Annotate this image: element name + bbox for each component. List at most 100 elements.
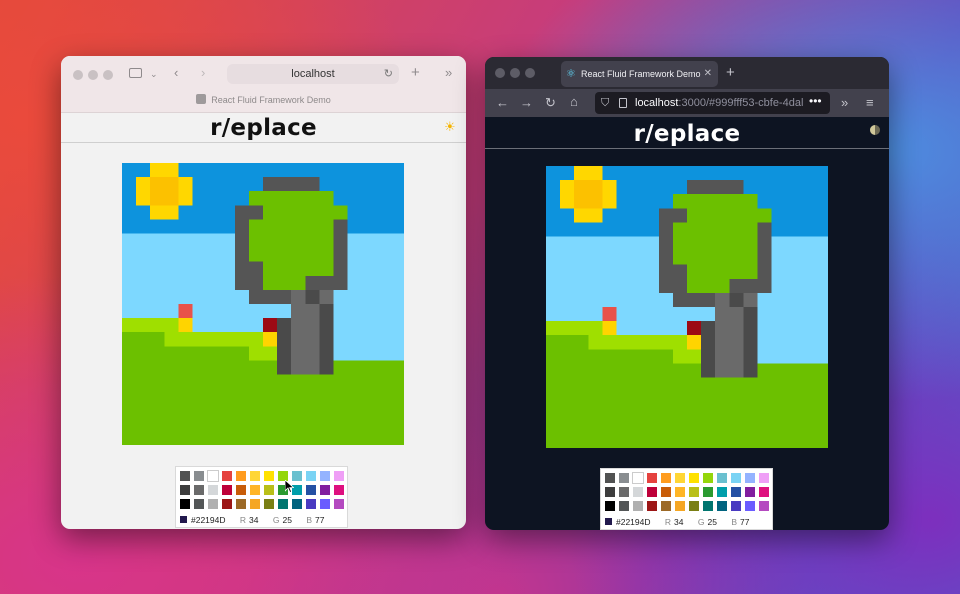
back-arrow-icon[interactable]: ← <box>496 96 509 110</box>
tree-leaves-pixel[interactable] <box>263 275 306 290</box>
reload-icon[interactable]: ↻ <box>545 96 556 110</box>
color-swatch[interactable] <box>703 473 713 483</box>
flower-yellow-pixel[interactable] <box>602 321 617 336</box>
tree-outline-pixel[interactable] <box>263 177 320 192</box>
color-swatch[interactable] <box>647 487 657 497</box>
grass-pixel[interactable] <box>333 360 405 375</box>
color-swatch[interactable] <box>194 499 204 509</box>
color-swatch[interactable] <box>647 473 657 483</box>
trunk-shade-pixel[interactable] <box>701 321 716 378</box>
color-swatch[interactable] <box>759 501 769 511</box>
close-window-button[interactable] <box>73 70 83 80</box>
grass-pixel[interactable] <box>757 363 829 378</box>
grass-pixel[interactable] <box>687 363 702 378</box>
color-swatch[interactable] <box>320 471 330 481</box>
color-swatch[interactable] <box>194 485 204 495</box>
color-swatch[interactable] <box>661 487 671 497</box>
color-swatch[interactable] <box>208 485 218 495</box>
trunk-shade-pixel[interactable] <box>319 318 334 375</box>
chevron-down-icon[interactable]: ⌄ <box>150 67 158 81</box>
color-swatch[interactable] <box>306 471 316 481</box>
color-swatch[interactable] <box>207 470 219 482</box>
grass-pixel[interactable] <box>546 377 828 449</box>
color-swatch[interactable] <box>731 487 741 497</box>
grass-pixel[interactable] <box>263 360 278 375</box>
shield-icon[interactable]: ⛉ <box>601 92 609 114</box>
color-swatch[interactable] <box>632 472 644 484</box>
tree-leaves-pixel[interactable] <box>687 208 772 223</box>
reload-icon[interactable]: ↻ <box>384 64 393 84</box>
color-swatch[interactable] <box>222 485 232 495</box>
new-tab-icon[interactable]: + <box>411 65 420 80</box>
minimize-window-button[interactable] <box>510 68 520 78</box>
close-icon[interactable]: ✕ <box>704 61 712 87</box>
color-swatch[interactable] <box>334 499 344 509</box>
color-swatch[interactable] <box>222 471 232 481</box>
trunk-shade-pixel[interactable] <box>743 307 758 322</box>
grass-light-pixel[interactable] <box>588 335 687 350</box>
flower-yellow-pixel[interactable] <box>687 335 702 350</box>
color-swatch[interactable] <box>675 487 685 497</box>
color-swatch[interactable] <box>675 501 685 511</box>
color-swatch[interactable] <box>320 485 330 495</box>
half-moon-icon[interactable] <box>870 125 880 135</box>
back-arrow-icon[interactable]: ‹ <box>174 66 178 80</box>
sun-core-pixel[interactable] <box>150 177 179 206</box>
canvas-drawing[interactable] <box>122 163 404 445</box>
tree-leaves-pixel[interactable] <box>672 194 758 209</box>
page-icon[interactable] <box>619 98 627 108</box>
address-bar[interactable]: ⛉ localhost:3000/#999fff53-cbfe-4dal <box>595 92 830 114</box>
grass-pixel[interactable] <box>122 374 404 446</box>
color-swatch[interactable] <box>745 473 755 483</box>
flower-red-pixel[interactable] <box>602 307 617 322</box>
grass-pixel[interactable] <box>546 363 687 378</box>
tree-leaves-pixel[interactable] <box>687 278 730 293</box>
grass-light-pixel[interactable] <box>122 318 165 333</box>
tree-leaves-pixel[interactable] <box>263 261 334 276</box>
color-swatch[interactable] <box>236 485 246 495</box>
flower-yellow-pixel[interactable] <box>178 318 193 333</box>
new-tab-icon[interactable]: + <box>726 65 735 80</box>
tree-leaves-pixel[interactable] <box>687 264 758 279</box>
color-swatch[interactable] <box>605 501 615 511</box>
color-swatch[interactable] <box>619 473 629 483</box>
trunk-shade-pixel[interactable] <box>319 304 334 319</box>
color-swatch[interactable] <box>334 485 344 495</box>
color-swatch[interactable] <box>675 473 685 483</box>
color-swatch[interactable] <box>619 501 629 511</box>
color-swatch[interactable] <box>661 473 671 483</box>
color-swatch[interactable] <box>745 501 755 511</box>
zoom-window-button[interactable] <box>525 68 535 78</box>
firefox-tab[interactable]: ⚛ React Fluid Framework Demo ✕ <box>561 61 718 87</box>
more-icon[interactable]: » <box>445 66 452 80</box>
color-swatch[interactable] <box>250 499 260 509</box>
grass-light-pixel[interactable] <box>672 349 702 364</box>
pixel-canvas[interactable] <box>546 166 828 448</box>
overflow-icon[interactable]: ••• <box>809 94 822 108</box>
color-swatch[interactable] <box>306 485 316 495</box>
color-swatch[interactable] <box>661 501 671 511</box>
color-swatch[interactable] <box>236 499 246 509</box>
color-swatch[interactable] <box>689 501 699 511</box>
forward-arrow-icon[interactable]: → <box>520 96 533 110</box>
color-swatch[interactable] <box>759 487 769 497</box>
color-swatch[interactable] <box>647 501 657 511</box>
color-swatch[interactable] <box>689 487 699 497</box>
color-swatch[interactable] <box>703 487 713 497</box>
color-swatch[interactable] <box>222 499 232 509</box>
canvas-drawing[interactable] <box>546 166 828 448</box>
flower-yellow-pixel[interactable] <box>263 332 278 347</box>
color-swatch[interactable] <box>250 471 260 481</box>
color-swatch[interactable] <box>703 501 713 511</box>
trunk-shade-pixel[interactable] <box>277 318 292 375</box>
color-swatch[interactable] <box>731 473 741 483</box>
zoom-window-button[interactable] <box>103 70 113 80</box>
color-swatch[interactable] <box>194 471 204 481</box>
color-swatch[interactable] <box>605 487 615 497</box>
color-swatch[interactable] <box>320 499 330 509</box>
sidebar-icon[interactable] <box>129 68 142 78</box>
sun-icon[interactable]: ☀ <box>444 119 456 135</box>
color-swatch[interactable] <box>689 473 699 483</box>
home-icon[interactable]: ⌂ <box>570 95 578 109</box>
color-swatch[interactable] <box>717 487 727 497</box>
